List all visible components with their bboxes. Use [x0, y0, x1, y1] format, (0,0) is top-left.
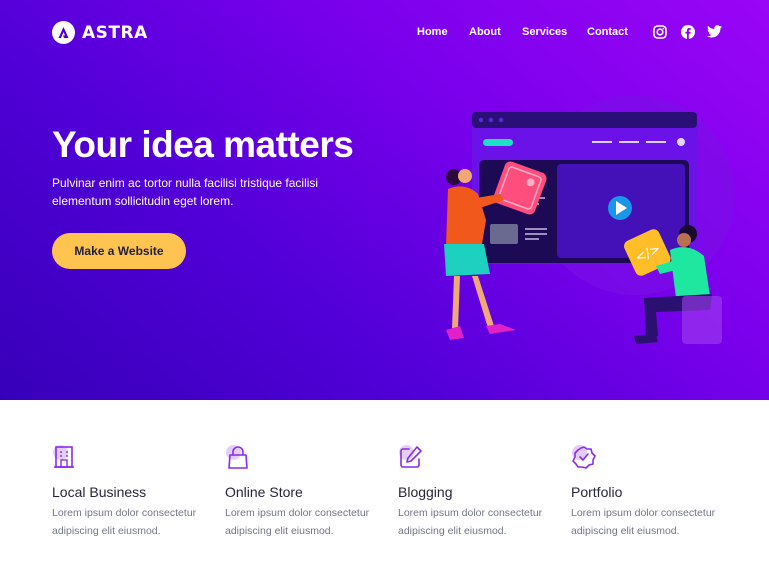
- nav-contact[interactable]: Contact: [587, 26, 628, 38]
- features-section: Local Business Lorem ipsum dolor consect…: [0, 400, 769, 572]
- hero-section: ASTRA Home About Services Contact Your i…: [0, 0, 769, 400]
- make-website-button[interactable]: Make a Website: [52, 233, 186, 269]
- feature-local-business: Local Business Lorem ipsum dolor consect…: [52, 444, 222, 540]
- nav-about[interactable]: About: [469, 26, 501, 38]
- site-header: ASTRA Home About Services Contact: [0, 0, 769, 66]
- hero-subtitle: Pulvinar enim ac tortor nulla facilisi t…: [52, 176, 319, 208]
- nav-services[interactable]: Services: [522, 26, 567, 38]
- feature-title: Blogging: [398, 484, 453, 500]
- twitter-icon[interactable]: [707, 25, 722, 38]
- feature-portfolio: Portfolio Lorem ipsum dolor consectetur …: [571, 444, 741, 540]
- stool-shape: [682, 296, 722, 344]
- feature-description: Lorem ipsum dolor consectetur adipiscing…: [52, 507, 197, 537]
- building-icon: [54, 446, 74, 468]
- feature-title: Local Business: [52, 484, 147, 500]
- feature-description: Lorem ipsum dolor consectetur adipiscing…: [571, 507, 716, 537]
- astra-logo-icon: [52, 21, 75, 44]
- feature-description: Lorem ipsum dolor consectetur adipiscing…: [398, 507, 543, 537]
- feature-description: Lorem ipsum dolor consectetur adipiscing…: [225, 507, 370, 537]
- facebook-icon[interactable]: [681, 25, 695, 39]
- feature-blogging: Blogging Lorem ipsum dolor consectetur a…: [398, 444, 568, 540]
- feature-title: Online Store: [225, 484, 303, 500]
- brand-name: ASTRA: [82, 22, 148, 43]
- feature-online-store: Online Store Lorem ipsum dolor consectet…: [225, 444, 395, 540]
- nav-home[interactable]: Home: [417, 26, 448, 38]
- shopping-bag-icon: [228, 446, 248, 469]
- site-logo[interactable]: ASTRA: [52, 21, 148, 44]
- badge-check-icon: [572, 446, 596, 469]
- edit-icon: [400, 446, 422, 468]
- website-builder-illustration: </>: [444, 95, 735, 344]
- hero-title: Your idea matters: [52, 124, 354, 165]
- instagram-icon[interactable]: [653, 25, 667, 39]
- feature-title: Portfolio: [571, 484, 623, 500]
